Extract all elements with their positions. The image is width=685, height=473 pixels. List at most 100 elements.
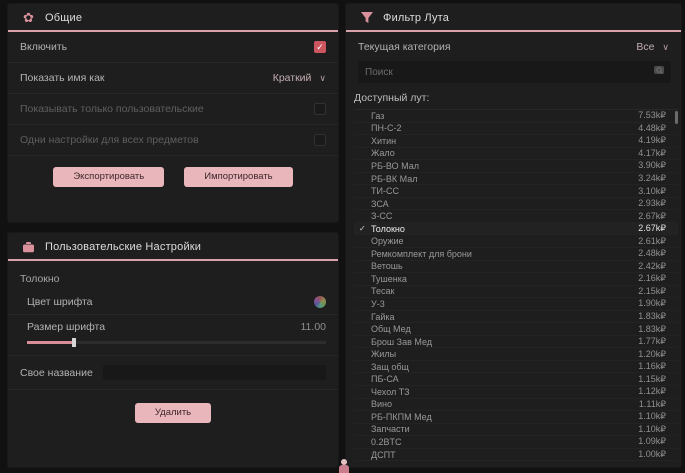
loot-name: Ремкомплект для брони <box>371 249 638 259</box>
loot-row[interactable]: Ремкомплект для брони 2.48k₽ <box>354 248 678 261</box>
setting-row-only-custom: Показывать только пользовательские <box>8 94 338 125</box>
general-buttons: Экспортировать Импортировать <box>8 156 338 197</box>
loot-list: Газ 7.53k₽ ПН-С-2 4.48k₽ Хитин 4.19k₽ Жа… <box>354 109 678 461</box>
loot-row[interactable]: Гайка 1.83k₽ <box>354 311 678 324</box>
loot-value: 1.83k₽ <box>638 311 666 322</box>
loot-name: Хитин <box>371 136 638 146</box>
available-loot-label: Доступный лут: <box>346 85 681 109</box>
loot-row[interactable]: Газ 7.53k₽ <box>354 110 678 123</box>
loot-row[interactable]: 0.2BTC 1.09k₽ <box>354 436 678 449</box>
search-bar <box>358 61 671 83</box>
loot-name: ТИ-СС <box>371 186 638 196</box>
delete-row: Удалить <box>8 390 338 436</box>
setting-row-display-name: Показать имя как Краткий ∨ <box>8 63 338 94</box>
loot-name: РБ-ПКПМ Мед <box>371 412 638 422</box>
delete-button[interactable]: Удалить <box>135 403 211 423</box>
loot-row[interactable]: ПБ-СА 1.15k₽ <box>354 373 678 386</box>
loot-name: Брош Зав Мед <box>371 337 638 347</box>
loot-value: 2.16k₽ <box>638 273 666 284</box>
loot-name: Защ общ <box>371 362 638 372</box>
loot-row[interactable]: РБ-ВО Мал 3.90k₽ <box>354 160 678 173</box>
color-picker-icon[interactable] <box>314 296 326 308</box>
loot-name: Жилы <box>371 349 638 359</box>
loot-name: РБ-ВК Мал <box>371 174 638 184</box>
loot-row[interactable]: ДСПТ 1.00k₽ <box>354 449 678 461</box>
font-color-label: Цвет шрифта <box>27 296 93 308</box>
custom-name-label: Свое название <box>20 367 93 379</box>
loot-row[interactable]: Чехол ТЗ 1.12k₽ <box>354 386 678 399</box>
loot-value: 2.48k₽ <box>638 248 666 259</box>
font-color-row: Цвет шрифта <box>8 290 338 315</box>
loot-row[interactable]: Тесак 2.15k₽ <box>354 286 678 299</box>
loot-row[interactable]: Хитин 4.19k₽ <box>354 135 678 148</box>
loot-row[interactable]: РБ-ВК Мал 3.24k₽ <box>354 173 678 186</box>
loot-row[interactable]: У-3 1.90k₽ <box>354 298 678 311</box>
search-icon[interactable] <box>653 63 666 81</box>
selected-item-name: Толокно <box>8 261 338 290</box>
custom-name-input[interactable] <box>103 365 326 380</box>
loot-name: Чехол ТЗ <box>371 387 638 397</box>
loot-value: 1.00k₽ <box>638 449 666 460</box>
loot-value: 4.17k₽ <box>638 148 666 159</box>
category-value: Все <box>636 41 654 53</box>
loot-row[interactable]: Оружие 2.61k₽ <box>354 235 678 248</box>
loot-value: 1.09k₽ <box>638 436 666 447</box>
loot-name: Тесак <box>371 286 638 296</box>
loot-row[interactable]: Общ Мед 1.83k₽ <box>354 323 678 336</box>
loot-row[interactable]: Ветошь 2.42k₽ <box>354 261 678 274</box>
only-custom-checkbox[interactable] <box>314 103 326 115</box>
loot-value: 2.61k₽ <box>638 236 666 247</box>
loot-row[interactable]: Защ общ 1.16k₽ <box>354 361 678 374</box>
loot-row[interactable]: ✓ Толокно 2.67k₽ <box>354 223 678 236</box>
font-size-slider[interactable] <box>27 338 326 347</box>
export-button[interactable]: Экспортировать <box>53 167 164 187</box>
loot-row[interactable]: ПН-С-2 4.48k₽ <box>354 123 678 136</box>
mascot-figure <box>338 459 350 473</box>
panel-general-title: Общие <box>45 12 82 24</box>
loot-row[interactable]: ТИ-СС 3.10k₽ <box>354 185 678 198</box>
loot-value: 1.15k₽ <box>638 374 666 385</box>
loot-value: 1.10k₽ <box>638 411 666 422</box>
scrollbar-thumb[interactable] <box>675 111 678 124</box>
loot-value: 2.93k₽ <box>638 198 666 209</box>
loot-value: 2.67k₽ <box>638 223 666 234</box>
loot-row[interactable]: Жилы 1.20k₽ <box>354 348 678 361</box>
enable-checkbox[interactable]: ✓ <box>314 41 326 53</box>
loot-row[interactable]: Жало 4.17k₽ <box>354 148 678 161</box>
loot-value: 3.90k₽ <box>638 160 666 171</box>
loot-row[interactable]: Брош Зав Мед 1.77k₽ <box>354 336 678 349</box>
same-settings-checkbox[interactable] <box>314 134 326 146</box>
loot-name: 0.2BTC <box>371 437 638 447</box>
category-select[interactable]: Все ∨ <box>636 41 669 53</box>
display-name-select[interactable]: Краткий ∨ <box>273 72 326 84</box>
right-column: Фильтр Лута Текущая категория Все ∨ Дост… <box>346 4 681 467</box>
loot-name: ЗСА <box>371 199 638 209</box>
loot-name: ПБ-СА <box>371 374 638 384</box>
loot-name: РБ-ВО Мал <box>371 161 638 171</box>
import-button[interactable]: Импортировать <box>184 167 292 187</box>
enable-label: Включить <box>20 41 67 53</box>
loot-value: 1.20k₽ <box>638 349 666 360</box>
loot-row[interactable]: Вино 1.11k₽ <box>354 399 678 412</box>
chevron-down-icon: ∨ <box>319 73 326 84</box>
loot-name: Ветошь <box>371 261 638 271</box>
setting-row-same-settings: Одни настройки для всех предметов <box>8 125 338 156</box>
loot-value: 1.12k₽ <box>638 386 666 397</box>
loot-name: Газ <box>371 111 638 121</box>
loot-row[interactable]: З-СС 2.67k₽ <box>354 210 678 223</box>
search-input[interactable] <box>360 65 653 80</box>
gear-icon: ✿ <box>21 11 36 24</box>
loot-value: 1.90k₽ <box>638 298 666 309</box>
loot-value: 4.48k₽ <box>638 123 666 134</box>
funnel-icon <box>359 11 374 24</box>
loot-row[interactable]: РБ-ПКПМ Мед 1.10k₽ <box>354 411 678 424</box>
loot-row[interactable]: Тушенка 2.16k₽ <box>354 273 678 286</box>
loot-row[interactable]: Запчасти 1.10k₽ <box>354 424 678 437</box>
loot-name: Жало <box>371 148 638 158</box>
loot-value: 1.16k₽ <box>638 361 666 372</box>
panel-filter-title: Фильтр Лута <box>383 12 449 24</box>
loot-row[interactable]: ЗСА 2.93k₽ <box>354 198 678 211</box>
panel-loot-filter: Фильтр Лута Текущая категория Все ∨ Дост… <box>346 4 681 467</box>
loot-name: ДСПТ <box>371 450 638 460</box>
slider-thumb[interactable] <box>72 338 76 347</box>
